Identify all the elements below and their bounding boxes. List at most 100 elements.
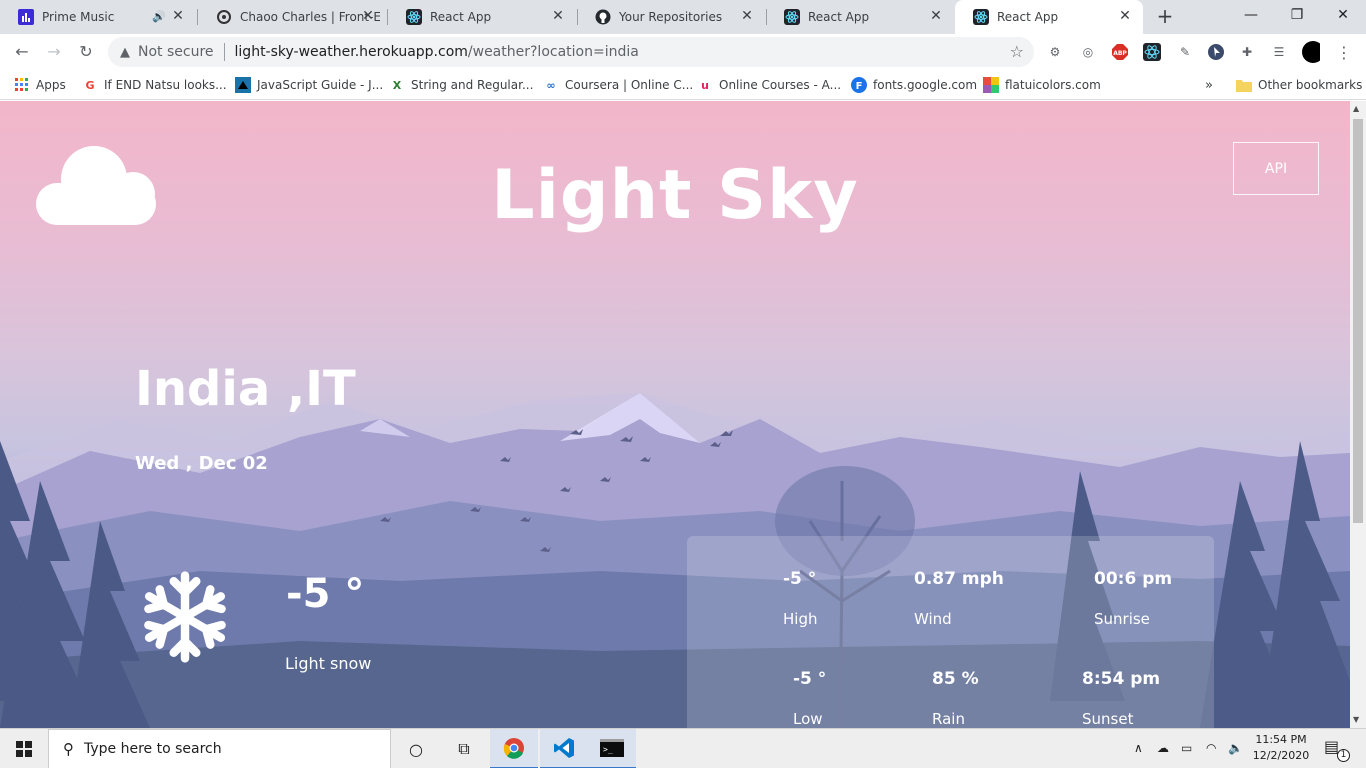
bookmark-label: JavaScript Guide - J... [257, 78, 384, 92]
browser-toolbar: ← → ↻ ▲ Not secure light-sky-weather.her… [0, 34, 1366, 70]
tab-title: React App [430, 10, 492, 24]
clock-date: 12/2/2020 [1252, 749, 1310, 762]
cortana-icon[interactable]: ○ [392, 729, 440, 768]
mdn-icon [235, 77, 251, 93]
avatar[interactable] [1302, 41, 1320, 63]
clock-time: 11:54 PM [1255, 733, 1307, 746]
github-icon [595, 9, 611, 25]
bookmark-star-icon[interactable]: ☆ [1010, 42, 1024, 61]
bookmark-label: flatuicolors.com [1005, 78, 1101, 92]
close-icon[interactable]: ✕ [739, 8, 755, 24]
weather-page: Light Sky API India ,IT Wed , Dec 02 -5 … [0, 101, 1350, 728]
url-path: /weather?location=india [467, 44, 639, 60]
stat-label: Sunrise [1094, 610, 1150, 628]
close-icon[interactable]: ✕ [360, 8, 376, 24]
terminal-taskbar-icon[interactable]: >_ [588, 729, 636, 768]
minimize-icon[interactable]: — [1228, 0, 1274, 30]
tray-overflow-icon[interactable]: ∧ [1134, 741, 1143, 755]
tab-react-app-1[interactable]: React App ✕ [388, 0, 576, 34]
windows-start-button[interactable] [0, 729, 48, 768]
bookmark-string-regular[interactable]: X String and Regular... [389, 75, 534, 95]
volume-icon[interactable]: 🔈 [1228, 741, 1243, 755]
close-icon[interactable]: ✕ [170, 8, 186, 24]
new-tab-button[interactable]: + [1155, 6, 1175, 26]
stat-value: 0.87 mph [914, 569, 1004, 589]
tab-react-app-active[interactable]: React App ✕ [955, 0, 1143, 34]
speaker-icon[interactable]: 🔊 [152, 10, 166, 23]
scroll-down-icon[interactable]: ▼ [1353, 715, 1359, 724]
security-label[interactable]: Not secure [138, 44, 214, 60]
bookmark-online-courses[interactable]: u Online Courses - A... [697, 75, 841, 95]
svg-text:F: F [856, 81, 863, 92]
app-title: Light Sky [491, 156, 859, 235]
stat-label: Sunset [1082, 710, 1134, 728]
page-scrollbar[interactable]: ▲ ▼ [1350, 101, 1366, 728]
bookmark-javascript-guide[interactable]: JavaScript Guide - J... [235, 75, 383, 95]
taskbar-search-box[interactable]: ⚲ Type here to search [48, 729, 391, 768]
vscode-taskbar-icon[interactable] [540, 729, 588, 768]
extension-icon[interactable]: ◎ [1079, 43, 1097, 61]
extension-icon[interactable]: ⚙ [1046, 43, 1064, 61]
tab-title: React App [808, 10, 870, 24]
x-icon: X [392, 78, 402, 92]
react-icon [784, 9, 800, 25]
stat-value: 8:54 pm [1082, 669, 1161, 689]
extensions-puzzle-icon[interactable]: ✚ [1238, 43, 1256, 61]
react-icon [973, 9, 989, 25]
chrome-taskbar-icon[interactable] [490, 729, 538, 768]
menu-icon[interactable]: ⋮ [1335, 43, 1353, 62]
weather-stats-panel: -5 ° High 0.87 mph Wind 00:6 pm Sunrise … [687, 536, 1214, 728]
search-icon: ⚲ [63, 740, 74, 758]
forward-button[interactable]: → [43, 41, 65, 63]
tab-prime-music[interactable]: Prime Music 🔊 ✕ [0, 0, 196, 34]
bookmark-apps[interactable]: Apps [14, 75, 66, 95]
tab-react-app-2[interactable]: React App ✕ [766, 0, 954, 34]
tab-title: React App [997, 10, 1059, 24]
taskbar-clock[interactable]: 11:54 PM 12/2/2020 [1252, 732, 1310, 764]
task-view-icon[interactable]: ⧉ [440, 729, 488, 768]
bookmark-label: String and Regular... [411, 78, 534, 92]
current-date: Wed , Dec 02 [135, 453, 268, 474]
react-devtools-icon[interactable] [1143, 43, 1161, 61]
city-name: India ,IT [135, 361, 356, 417]
onedrive-icon[interactable]: ☁ [1157, 741, 1169, 755]
wifi-icon[interactable]: ◠ [1206, 741, 1216, 755]
bookmark-flatuicolors[interactable]: flatuicolors.com [983, 75, 1101, 95]
tab-chaoo-charles[interactable]: Chaoo Charles | Front-E ✕ [198, 0, 386, 34]
bookmark-coursera[interactable]: ∞ Coursera | Online C... [543, 75, 693, 95]
reload-button[interactable]: ↻ [75, 41, 97, 63]
adblock-icon[interactable]: ABP [1111, 43, 1129, 61]
svg-text:ABP: ABP [1113, 50, 1127, 57]
udemy-icon: u [701, 78, 709, 92]
address-bar[interactable]: ▲ Not secure light-sky-weather.herokuapp… [108, 37, 1034, 67]
battery-icon[interactable]: ▭ [1181, 741, 1192, 755]
scrollbar-thumb[interactable] [1353, 119, 1363, 523]
windows-logo-icon [16, 741, 32, 757]
stat-value: 00:6 pm [1094, 569, 1173, 589]
close-window-icon[interactable]: ✕ [1320, 0, 1366, 30]
warning-icon[interactable]: ▲ [120, 45, 130, 60]
windows-taskbar: ⚲ Type here to search ○ ⧉ >_ ∧ ☁ ▭ ◠ 🔈 1… [0, 728, 1366, 768]
scroll-up-icon[interactable]: ▲ [1353, 104, 1359, 113]
close-icon[interactable]: ✕ [1117, 8, 1133, 24]
bookmark-other-bookmarks[interactable]: Other bookmarks [1236, 75, 1362, 95]
bookmark-label: Online Courses - A... [719, 78, 842, 92]
restore-icon[interactable]: ❐ [1274, 0, 1320, 30]
api-button[interactable]: API [1233, 142, 1319, 195]
bookmarks-bar: Apps G If END Natsu looks... JavaScript … [0, 70, 1366, 100]
eyedropper-icon[interactable]: ✎ [1176, 43, 1194, 61]
bookmarks-overflow-button[interactable]: » [1205, 75, 1213, 95]
stat-value: -5 ° [783, 569, 817, 589]
close-icon[interactable]: ✕ [550, 8, 566, 24]
back-button[interactable]: ← [11, 41, 33, 63]
fonts-icon: F [851, 77, 867, 93]
current-temperature: -5 ° [286, 571, 365, 617]
cursor-extension-icon[interactable] [1207, 43, 1225, 61]
svg-text:>_: >_ [603, 745, 613, 754]
bookmark-natsu[interactable]: G If END Natsu looks... [82, 75, 226, 95]
tab-your-repositories[interactable]: Your Repositories ✕ [577, 0, 765, 34]
close-icon[interactable]: ✕ [928, 8, 944, 24]
snowflake-icon [138, 571, 232, 667]
media-controls-icon[interactable]: ☰ [1270, 43, 1288, 61]
bookmark-fonts-google[interactable]: F fonts.google.com [851, 75, 977, 95]
